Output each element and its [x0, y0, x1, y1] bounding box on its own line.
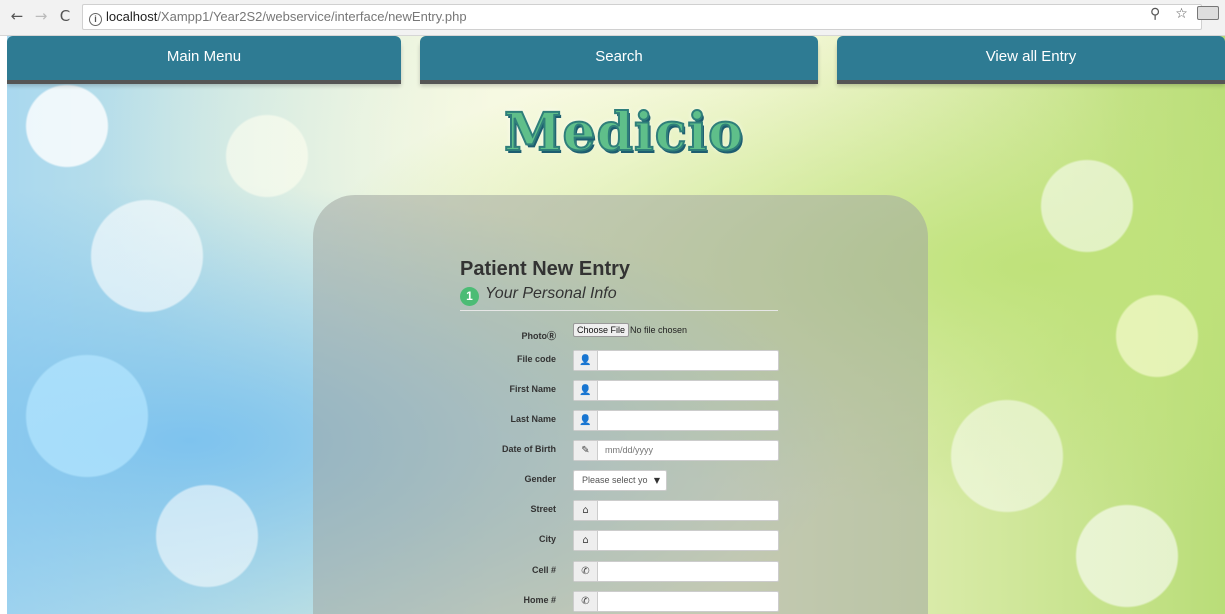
- file-status: No file chosen: [630, 325, 688, 335]
- city-input[interactable]: [599, 531, 777, 550]
- gender-label: Gender: [524, 474, 556, 484]
- home-phone-input[interactable]: [599, 592, 777, 611]
- form-panel: Patient New Entry 1 Your Personal Info P…: [313, 195, 928, 614]
- user-icon: 👤: [574, 411, 598, 430]
- cell-input[interactable]: [599, 562, 777, 581]
- url-host: localhost: [106, 9, 158, 24]
- gender-row: Gender Please select yo ▼: [313, 470, 928, 492]
- home-phone-row: Home # ✆: [313, 591, 928, 613]
- dob-input[interactable]: [599, 441, 777, 460]
- address-bar[interactable]: i localhost/Xampp1/Year2S2/webservice/int…: [82, 4, 1202, 30]
- medicio-logo: Medicio: [503, 101, 744, 164]
- page-background: Main Menu Search View all Entry Medicio …: [7, 36, 1225, 614]
- browser-toolbar: ← → C i localhost/Xampp1/Year2S2/webservi…: [0, 0, 1225, 36]
- extension-icon[interactable]: [1197, 6, 1219, 22]
- search-button[interactable]: Search: [420, 36, 818, 80]
- star-icon[interactable]: ☆: [1171, 6, 1193, 22]
- file-code-row: File code 👤: [313, 350, 928, 372]
- browser-actions: ⚲ ☆: [1144, 6, 1219, 22]
- last-name-group: 👤: [573, 410, 779, 431]
- first-name-group: 👤: [573, 380, 779, 401]
- city-group: ⌂: [573, 530, 779, 551]
- dob-group: ✎: [573, 440, 779, 461]
- info-icon[interactable]: i: [89, 13, 102, 26]
- step-number-badge: 1: [460, 287, 479, 306]
- forward-arrow-icon[interactable]: →: [30, 5, 52, 27]
- user-icon: 👤: [574, 351, 598, 370]
- reload-icon[interactable]: C: [54, 5, 76, 27]
- gender-select[interactable]: Please select yo ▼: [573, 470, 667, 491]
- city-label: City: [538, 534, 556, 544]
- home-icon: ⌂: [574, 531, 598, 550]
- first-name-label: First Name: [509, 384, 556, 394]
- main-menu-button[interactable]: Main Menu: [7, 36, 401, 80]
- phone-icon: ✆: [574, 562, 598, 581]
- home-phone-group: ✆: [573, 591, 779, 612]
- back-arrow-icon[interactable]: ←: [6, 5, 28, 27]
- gender-selected-value: Please select yo: [582, 475, 648, 485]
- top-navigation: Main Menu Search View all Entry: [7, 36, 1225, 84]
- last-name-input[interactable]: [599, 411, 777, 430]
- first-name-input[interactable]: [599, 381, 777, 400]
- home-phone-label: Home #: [523, 595, 556, 605]
- pencil-icon: ✎: [574, 441, 598, 460]
- cell-group: ✆: [573, 561, 779, 582]
- file-code-label: File code: [516, 354, 556, 364]
- form-title: Patient New Entry: [460, 258, 631, 280]
- last-name-label: Last Name: [510, 414, 556, 424]
- street-row: Street ⌂: [313, 500, 928, 522]
- street-group: ⌂: [573, 500, 779, 521]
- city-row: City ⌂: [313, 530, 928, 552]
- photo-label: PhotoⓇ: [521, 331, 557, 341]
- step-label: Your Personal Info: [485, 285, 617, 302]
- file-code-group: 👤: [573, 350, 779, 371]
- home-icon: ⌂: [574, 501, 598, 520]
- dob-label: Date of Birth: [502, 444, 556, 454]
- file-code-input[interactable]: [599, 351, 777, 370]
- user-icon: 👤: [574, 381, 598, 400]
- dob-row: Date of Birth ✎: [313, 440, 928, 462]
- photo-row: PhotoⓇ Choose File No file chosen: [313, 323, 928, 345]
- first-name-row: First Name 👤: [313, 380, 928, 402]
- zoom-icon[interactable]: ⚲: [1144, 6, 1166, 22]
- choose-file-button[interactable]: Choose File: [573, 323, 630, 337]
- dropdown-arrow-icon: ▼: [653, 476, 660, 485]
- street-input[interactable]: [599, 501, 777, 520]
- phone-icon: ✆: [574, 592, 598, 611]
- step-header: 1 Your Personal Info: [460, 285, 778, 311]
- cell-row: Cell # ✆: [313, 561, 928, 583]
- url-path: /Xampp1/Year2S2/webservice/interface/new…: [157, 9, 467, 24]
- cell-label: Cell #: [531, 565, 556, 575]
- street-label: Street: [530, 504, 556, 514]
- view-all-entry-button[interactable]: View all Entry: [837, 36, 1225, 80]
- last-name-row: Last Name 👤: [313, 410, 928, 432]
